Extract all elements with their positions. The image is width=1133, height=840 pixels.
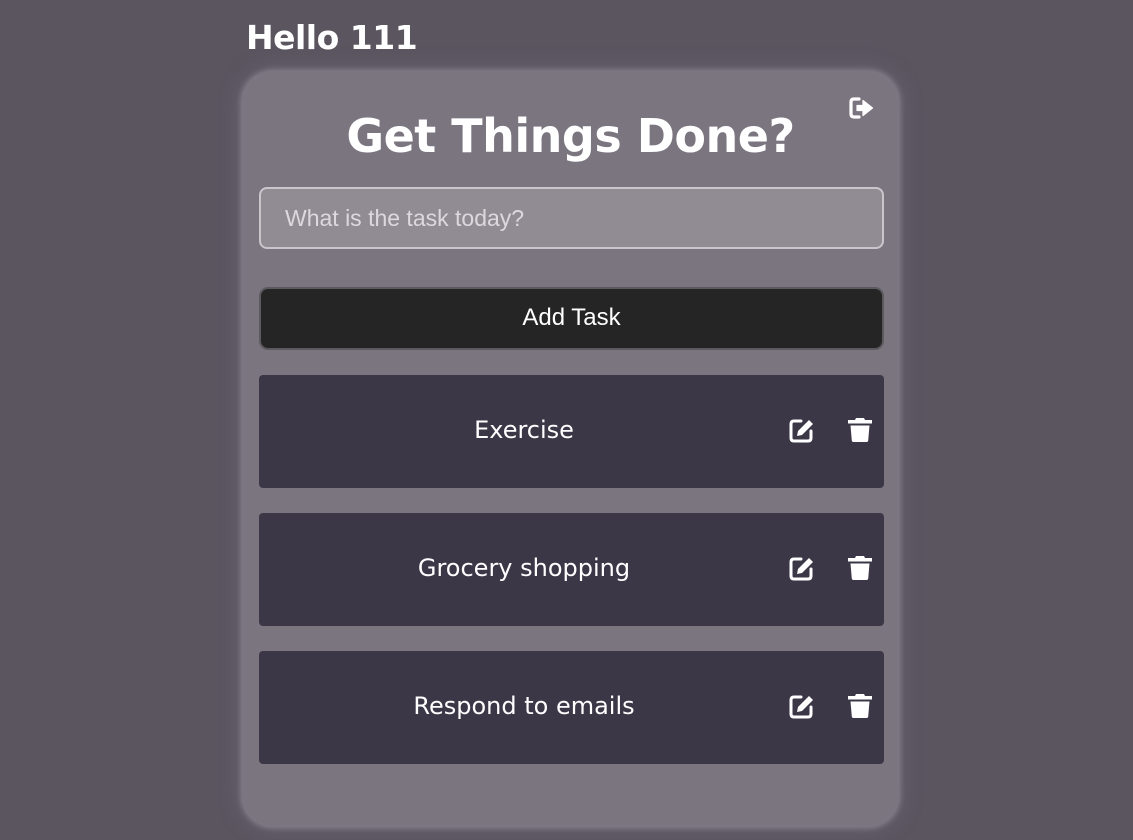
trash-icon bbox=[848, 556, 872, 580]
trash-icon bbox=[848, 694, 872, 718]
edit-icon bbox=[789, 419, 813, 443]
edit-icon bbox=[789, 557, 813, 581]
delete-task-button[interactable] bbox=[846, 554, 874, 582]
edit-task-button[interactable] bbox=[788, 416, 816, 444]
edit-task-button[interactable] bbox=[788, 692, 816, 720]
task-label[interactable]: Exercise bbox=[259, 375, 789, 488]
task-label[interactable]: Respond to emails bbox=[259, 651, 789, 764]
edit-icon bbox=[789, 695, 813, 719]
trash-icon bbox=[848, 418, 872, 442]
edit-task-button[interactable] bbox=[788, 554, 816, 582]
greeting-heading: Hello 111 bbox=[246, 18, 418, 57]
delete-task-button[interactable] bbox=[846, 416, 874, 444]
delete-task-button[interactable] bbox=[846, 692, 874, 720]
task-list: Exercise Grocery shopping Respond to ema… bbox=[259, 375, 884, 789]
add-task-button[interactable]: Add Task bbox=[259, 287, 884, 350]
task-item: Grocery shopping bbox=[259, 513, 884, 626]
task-label[interactable]: Grocery shopping bbox=[259, 513, 789, 626]
task-item: Exercise bbox=[259, 375, 884, 488]
todo-card: Get Things Done? Add Task Exercise Groce… bbox=[243, 72, 898, 826]
card-title: Get Things Done? bbox=[346, 109, 795, 163]
task-item: Respond to emails bbox=[259, 651, 884, 764]
task-input[interactable] bbox=[259, 187, 884, 249]
